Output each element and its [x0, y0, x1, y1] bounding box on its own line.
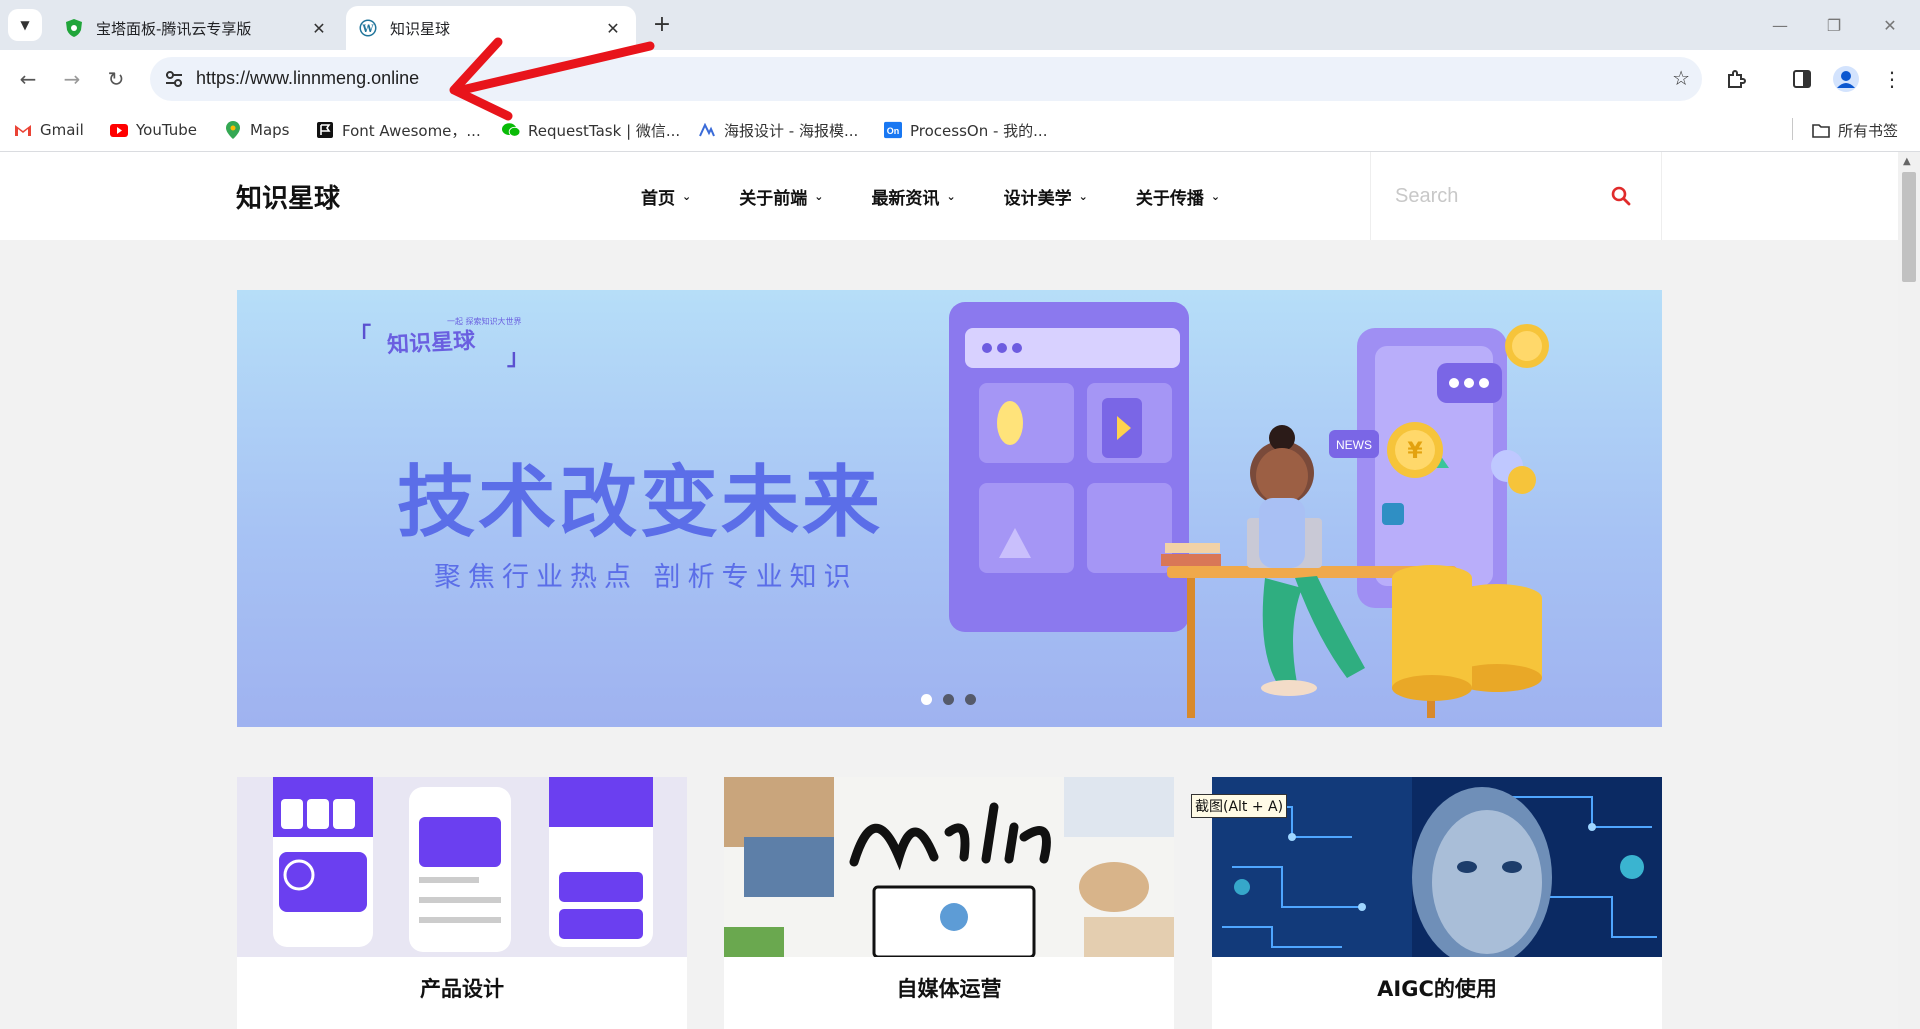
card-title[interactable]: 产品设计	[237, 973, 687, 1003]
bookmark-gmail[interactable]: Gmail	[14, 118, 84, 142]
bookmark-youtube[interactable]: YouTube	[110, 118, 197, 142]
tab-title: 知识星球	[390, 19, 451, 38]
search-input[interactable]	[1395, 178, 1595, 214]
processon-icon: On	[884, 121, 902, 139]
bookmark-processon[interactable]: On ProcessOn - 我的...	[884, 118, 1047, 142]
bookmark-label: 所有书签	[1838, 121, 1899, 140]
restore-icon[interactable]: ❐	[1806, 0, 1862, 50]
banner-headline: 技术改变未来	[397, 458, 884, 548]
wordpress-icon: W	[358, 18, 378, 38]
side-panel-icon[interactable]	[1786, 63, 1818, 95]
profile-avatar[interactable]	[1830, 63, 1862, 95]
chevron-down-icon: ⌄	[946, 190, 956, 203]
chevron-down-icon: ⌄	[1078, 190, 1088, 203]
close-icon[interactable]: ✕	[306, 15, 332, 41]
menu-kebab-icon[interactable]: ⋮	[1876, 63, 1908, 95]
youtube-icon	[110, 121, 128, 139]
menu-item-communication[interactable]: 关于传播 ⌄	[1136, 184, 1220, 209]
slider-dots	[921, 694, 987, 705]
tech-illustration: ¥ NEWS	[949, 302, 1549, 718]
poster-icon	[698, 121, 716, 139]
hero-banner[interactable]: 「 知识星球 一起 探索知识大世界 」 技术改变未来 聚焦行业热点 剖析专业知识…	[237, 290, 1662, 727]
bookmark-maps[interactable]: Maps	[224, 118, 289, 142]
main-menu: 首页 ⌄ 关于前端 ⌄ 最新资讯 ⌄ 设计美学 ⌄ 关于传播 ⌄	[641, 184, 1268, 209]
tab-strip: ▼ 宝塔面板-腾讯云专享版 ✕ W 知识星球 ✕ + — ❐ ✕	[0, 0, 1920, 50]
card-media[interactable]: 自媒体运营	[724, 777, 1174, 1029]
close-icon[interactable]: ✕	[600, 15, 626, 41]
bookmark-requesttask[interactable]: RequestTask | 微信...	[502, 118, 680, 142]
chevron-down-icon: ⌄	[814, 190, 824, 203]
baota-shield-icon	[64, 18, 84, 38]
bookmark-label: Maps	[250, 121, 290, 139]
extensions-icon[interactable]	[1720, 63, 1752, 95]
window-close-icon[interactable]: ✕	[1862, 0, 1918, 50]
bookmark-font-awesome[interactable]: Font Awesome，...	[316, 118, 481, 142]
tab-baota[interactable]: 宝塔面板-腾讯云专享版 ✕	[52, 6, 342, 50]
svg-text:¥: ¥	[1407, 439, 1423, 464]
card-product-design[interactable]: 产品设计	[237, 777, 687, 1029]
bookmark-label: YouTube	[136, 121, 197, 139]
svg-text:NEWS: NEWS	[1336, 438, 1372, 452]
scroll-up-icon[interactable]: ▲	[1903, 156, 1911, 167]
back-icon[interactable]: ←	[12, 63, 44, 95]
bookmark-star-icon[interactable]: ☆	[1672, 66, 1690, 90]
tab-title: 宝塔面板-腾讯云专享版	[96, 19, 252, 38]
menu-item-news[interactable]: 最新资讯 ⌄	[871, 184, 955, 209]
menu-item-design[interactable]: 设计美学 ⌄	[1004, 184, 1088, 209]
page-scrollbar[interactable]: ▲	[1898, 152, 1920, 1029]
chevron-down-icon: ⌄	[1210, 190, 1221, 203]
menu-item-home[interactable]: 首页 ⌄	[641, 184, 691, 209]
bookmarks-divider	[1792, 118, 1793, 140]
banner-brand: 知识星球	[386, 328, 476, 359]
site-header: 知识星球 首页 ⌄ 关于前端 ⌄ 最新资讯 ⌄ 设计美学 ⌄ 关于传播 ⌄	[0, 152, 1898, 240]
tab-zhishi[interactable]: W 知识星球 ✕	[346, 6, 636, 50]
site-settings-icon[interactable]	[160, 65, 188, 93]
brand-quote-open: 「	[349, 324, 372, 349]
category-cards: 产品设计 自媒体运营 AIGC的使用	[237, 777, 1662, 1029]
site-search	[1370, 152, 1662, 240]
chevron-down-icon: ▼	[20, 18, 30, 32]
svg-text:On: On	[887, 126, 900, 136]
wechat-icon	[502, 121, 520, 139]
tab-search-button[interactable]: ▼	[8, 9, 42, 41]
site-logo[interactable]: 知识星球	[236, 178, 340, 215]
slider-dot-1[interactable]	[921, 694, 932, 705]
search-icon[interactable]	[1611, 186, 1631, 210]
new-tab-icon[interactable]: +	[648, 10, 676, 38]
all-bookmarks[interactable]: 所有书签	[1812, 118, 1898, 142]
font-awesome-icon	[316, 121, 334, 139]
banner-subheadline: 聚焦行业热点 剖析专业知识	[434, 562, 858, 593]
slider-dot-2[interactable]	[943, 694, 954, 705]
folder-icon	[1812, 121, 1830, 139]
forward-icon[interactable]: →	[56, 63, 88, 95]
slider-dot-3[interactable]	[965, 694, 976, 705]
bookmark-poster[interactable]: 海报设计 - 海报模...	[698, 118, 858, 142]
bookmarks-bar: Gmail YouTube Maps Font Awesome，... Requ…	[0, 108, 1920, 152]
brand-quote-close: 」	[507, 346, 530, 371]
card-title[interactable]: AIGC的使用	[1212, 973, 1662, 1003]
bookmark-label: Gmail	[40, 121, 84, 139]
chevron-down-icon: ⌄	[682, 190, 692, 203]
url-text[interactable]: https://www.linnmeng.online	[196, 68, 419, 89]
bookmark-label: ProcessOn - 我的...	[910, 121, 1048, 140]
media-image	[724, 777, 1174, 957]
maps-icon	[224, 121, 242, 139]
product-design-image	[237, 777, 687, 957]
card-title[interactable]: 自媒体运营	[724, 973, 1174, 1003]
web-page: 知识星球 首页⌄ 关于前端⌄ 最新资讯⌄ 设计美学⌄ 关于传播⌄ 「 知识星球 …	[0, 152, 1898, 1029]
address-bar[interactable]: https://www.linnmeng.online ☆	[150, 57, 1702, 101]
menu-item-frontend[interactable]: 关于前端 ⌄	[739, 184, 823, 209]
toolbar: ← → ↻ https://www.linnmeng.online ☆ ⋮	[0, 50, 1920, 108]
reload-icon[interactable]: ↻	[100, 63, 132, 95]
svg-text:W: W	[361, 24, 374, 35]
bookmark-label: RequestTask | 微信...	[528, 121, 681, 140]
browser-chrome: ▼ 宝塔面板-腾讯云专享版 ✕ W 知识星球 ✕ + — ❐ ✕ ← → ↻ h…	[0, 0, 1920, 152]
gmail-icon	[14, 121, 32, 139]
bookmark-label: Font Awesome，...	[342, 121, 481, 140]
scrollbar-thumb[interactable]	[1902, 172, 1916, 282]
minimize-icon[interactable]: —	[1752, 0, 1808, 50]
bookmark-label: 海报设计 - 海报模...	[724, 121, 859, 140]
screenshot-tooltip: 截图(Alt + A)	[1191, 794, 1288, 818]
banner-brand-sub: 一起 探索知识大世界	[447, 317, 522, 326]
